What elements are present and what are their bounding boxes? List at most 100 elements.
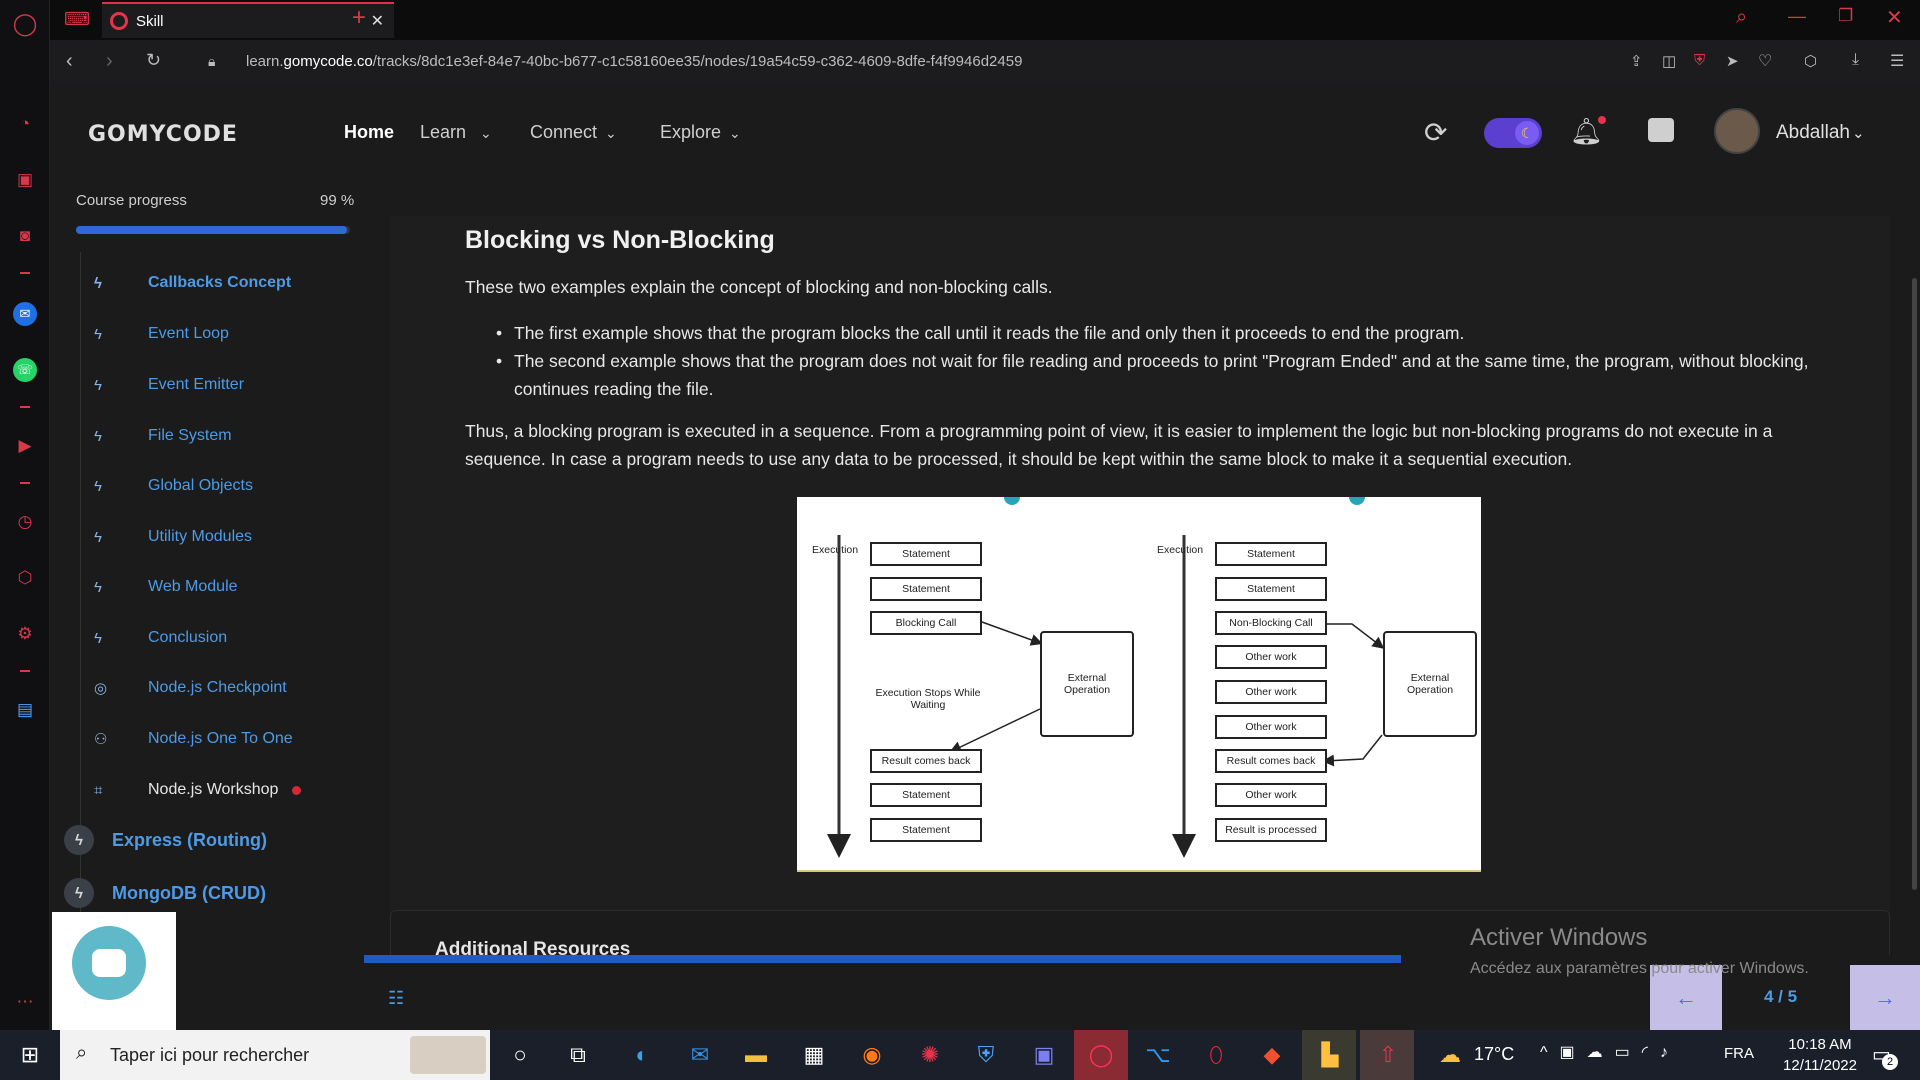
sidebar-lesson-nodejs-workshop[interactable]: ⌗ Node.js Workshop <box>94 775 302 805</box>
store-icon[interactable]: ▦ <box>798 1040 830 1070</box>
next-page-button[interactable]: → <box>1850 965 1920 1030</box>
twitch-icon[interactable]: ◙ <box>13 224 37 248</box>
minimize-button[interactable]: — <box>1788 6 1806 27</box>
sidebar-lesson-global-objects[interactable]: ϟ Global Objects <box>94 471 253 501</box>
lesson-label: Event Emitter <box>148 376 245 393</box>
heart-icon[interactable]: ♡ <box>1758 51 1772 71</box>
extensions-icon[interactable]: ⬡ <box>1804 52 1817 70</box>
browser-sidebar: ◯ ◔ ▣ ◙ ✉ ☏ ▶ ◷ ⬡ ⚙ ▤ ⋯ <box>0 0 50 1030</box>
easy-setup-icon[interactable]: ☰ <box>1890 51 1904 71</box>
task-view-icon[interactable]: ⧉ <box>562 1040 594 1070</box>
tree-line <box>80 252 81 972</box>
language-indicator[interactable]: FRA <box>1724 1045 1754 1062</box>
notification-count-badge: 2 <box>1882 1054 1898 1070</box>
diagram-box: Statement <box>870 542 982 566</box>
url-field[interactable]: learn.gomycode.co/tracks/8dc1e3ef-84e7-4… <box>246 53 1022 70</box>
sidebar-module-express-routing[interactable]: ϟ Express (Routing) <box>64 823 267 857</box>
vscode-icon[interactable]: ⌥ <box>1142 1040 1174 1070</box>
history-icon[interactable]: ◷ <box>13 510 37 534</box>
restore-button[interactable]: ❐ <box>1838 6 1853 26</box>
chat-icon[interactable] <box>1648 118 1674 142</box>
support-chat-button[interactable] <box>72 926 146 1000</box>
share-icon[interactable]: ⇪ <box>1630 52 1643 70</box>
close-window-button[interactable]: ✕ <box>1886 5 1903 30</box>
file-explorer-icon[interactable]: ▬ <box>740 1040 772 1070</box>
activation-watermark-title: Activer Windows <box>1470 924 1648 951</box>
edge-icon[interactable]: ◐ <box>626 1040 658 1070</box>
search-tabs-icon[interactable]: ⌕ <box>1736 6 1747 29</box>
camera-icon[interactable]: ◫ <box>1662 52 1676 70</box>
teams-icon[interactable]: ▣ <box>1028 1040 1060 1070</box>
content-title: Blocking vs Non-Blocking <box>465 226 775 254</box>
app-red-icon[interactable]: ✺ <box>914 1040 946 1070</box>
workshop-icon: ⌗ <box>94 781 103 799</box>
speed-dial-icon[interactable]: ◔ <box>13 112 37 136</box>
system-tray-icons[interactable]: ^▣☁▭◜♪ <box>1540 1042 1680 1062</box>
sidebar-lesson-event-loop[interactable]: ϟ Event Loop <box>94 319 229 349</box>
diagram-box: Result comes back <box>1215 749 1327 773</box>
summary-line: sequence. In case a program needs to use… <box>465 449 1573 469</box>
execution-label: Execution <box>812 544 859 556</box>
nav-explore[interactable]: Explore ⌄ <box>660 122 741 143</box>
reload-button[interactable]: ↻ <box>146 50 161 71</box>
summary-paragraph: Thus, a blocking program is executed in … <box>465 417 1845 473</box>
page-scrollbar[interactable] <box>1912 278 1917 890</box>
user-menu[interactable]: Abdallah ⌄ <box>1776 122 1865 144</box>
sidebar-lesson-event-emitter[interactable]: ϟ Event Emitter <box>94 370 244 400</box>
extensions-cube-icon[interactable]: ⬡ <box>13 566 37 590</box>
diagram-box: Statement <box>870 783 982 807</box>
external-operation-box: External Operation <box>1040 631 1134 737</box>
sidebar-lesson-conclusion[interactable]: ϟ Conclusion <box>94 623 227 653</box>
sidebar-lesson-file-system[interactable]: ϟ File System <box>94 421 232 451</box>
firefox-icon[interactable]: ◉ <box>856 1040 888 1070</box>
avatar[interactable] <box>1714 108 1760 154</box>
whatsapp-icon[interactable]: ☏ <box>13 358 37 382</box>
security-shield-icon[interactable]: ⛨ <box>970 1040 1002 1070</box>
translate-icon[interactable]: ▤ <box>13 698 37 722</box>
diagram-box: Statement <box>870 818 982 842</box>
nav-connect[interactable]: Connect ⌄ <box>530 122 617 143</box>
taskbar-search-box[interactable]: ⌕ Taper ici pour rechercher <box>60 1030 490 1080</box>
tab-skill[interactable]: Skill ✕ <box>102 2 394 38</box>
refresh-icon[interactable]: ⟳ <box>1424 116 1447 149</box>
gomycode-logo[interactable]: GOMYCODE <box>88 122 238 147</box>
course-sidebar: Course progress 99 % ϟ Callbacks Concept … <box>50 180 360 1030</box>
sidebar-module-mongodb-crud[interactable]: ϟ MongoDB (CRUD) <box>64 876 266 910</box>
toolbox-icon[interactable]: ▣ <box>13 168 37 192</box>
opera-icon[interactable]: ⬯ <box>1200 1040 1232 1070</box>
dark-mode-toggle[interactable]: ☾ <box>1484 118 1542 148</box>
upload-app-icon[interactable]: ⇧ <box>1372 1040 1404 1070</box>
sidebar-lesson-callbacks-concept[interactable]: ϟ Callbacks Concept <box>94 268 291 298</box>
clock[interactable]: 10:18 AM 12/11/2022 <box>1776 1034 1864 1076</box>
adblock-shield-icon[interactable]: ⛨ <box>1694 52 1705 69</box>
bolt-icon: ϟ <box>94 578 102 596</box>
send-icon[interactable]: ➤ <box>1726 52 1739 70</box>
module-label: MongoDB (CRUD) <box>112 882 266 903</box>
settings-gear-icon[interactable]: ⚙ <box>13 622 37 646</box>
lesson-label: Utility Modules <box>148 528 253 545</box>
new-tab-button[interactable]: + <box>352 4 366 32</box>
messenger-icon[interactable]: ✉ <box>13 302 37 326</box>
gx-control-icon[interactable]: ⌨ <box>64 9 90 30</box>
windows-start-icon[interactable]: ⊞ <box>14 1040 46 1070</box>
back-button[interactable]: ‹ <box>66 50 73 73</box>
forward-button[interactable]: › <box>106 50 113 73</box>
sidebar-lesson-nodejs-one-to-one[interactable]: ⚇ Node.js One To One <box>94 724 293 754</box>
cortana-icon[interactable]: ○ <box>504 1040 536 1070</box>
sticky-app-icon[interactable]: ▙ <box>1314 1040 1346 1070</box>
toc-list-icon[interactable]: ☷ <box>388 988 404 1009</box>
player-icon[interactable]: ▶ <box>13 434 37 458</box>
nav-learn[interactable]: Learn ⌄ <box>420 122 492 143</box>
nav-home[interactable]: Home <box>344 122 394 143</box>
download-icon[interactable]: ⤓ <box>1852 51 1859 69</box>
tab-close-icon[interactable]: ✕ <box>371 11 384 31</box>
opera-gx-icon[interactable]: ◯ <box>1085 1040 1117 1070</box>
mail-icon[interactable]: ✉ <box>684 1040 716 1070</box>
sidebar-lesson-web-module[interactable]: ϟ Web Module <box>94 572 238 602</box>
more-dots-icon[interactable]: ⋯ <box>13 990 37 1014</box>
git-icon[interactable]: ◆ <box>1256 1040 1288 1070</box>
sidebar-lesson-nodejs-checkpoint[interactable]: ◎ Node.js Checkpoint <box>94 673 287 703</box>
weather-temp[interactable]: 17°C <box>1474 1044 1514 1065</box>
opera-logo-icon[interactable]: ◯ <box>13 11 38 36</box>
sidebar-lesson-utility-modules[interactable]: ϟ Utility Modules <box>94 522 252 552</box>
